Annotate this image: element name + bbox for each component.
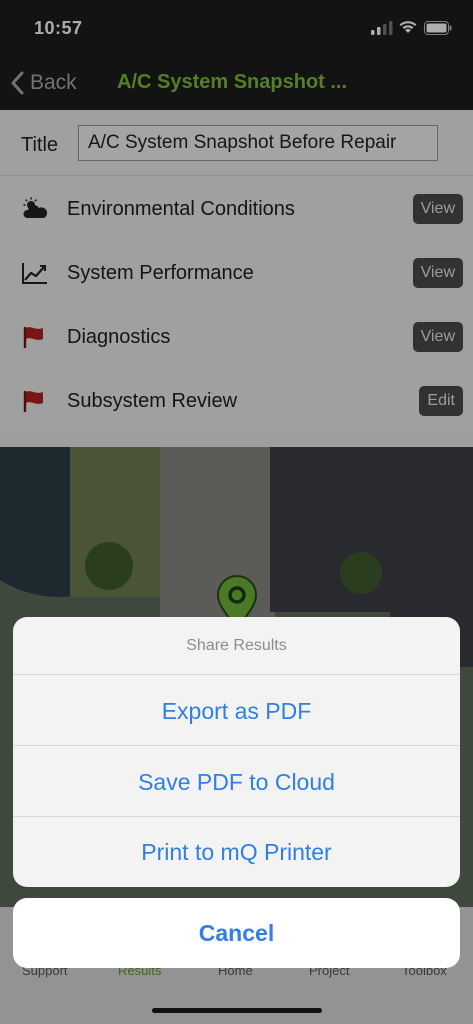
print-mq-printer-button[interactable]: Print to mQ Printer	[13, 817, 460, 887]
export-pdf-button[interactable]: Export as PDF	[13, 676, 460, 746]
share-action-sheet: Share Results Export as PDF Save PDF to …	[13, 617, 460, 887]
cancel-button[interactable]: Cancel	[13, 898, 460, 968]
action-sheet-title: Share Results	[13, 617, 460, 675]
save-pdf-cloud-button[interactable]: Save PDF to Cloud	[13, 747, 460, 817]
home-indicator[interactable]	[152, 1008, 322, 1013]
